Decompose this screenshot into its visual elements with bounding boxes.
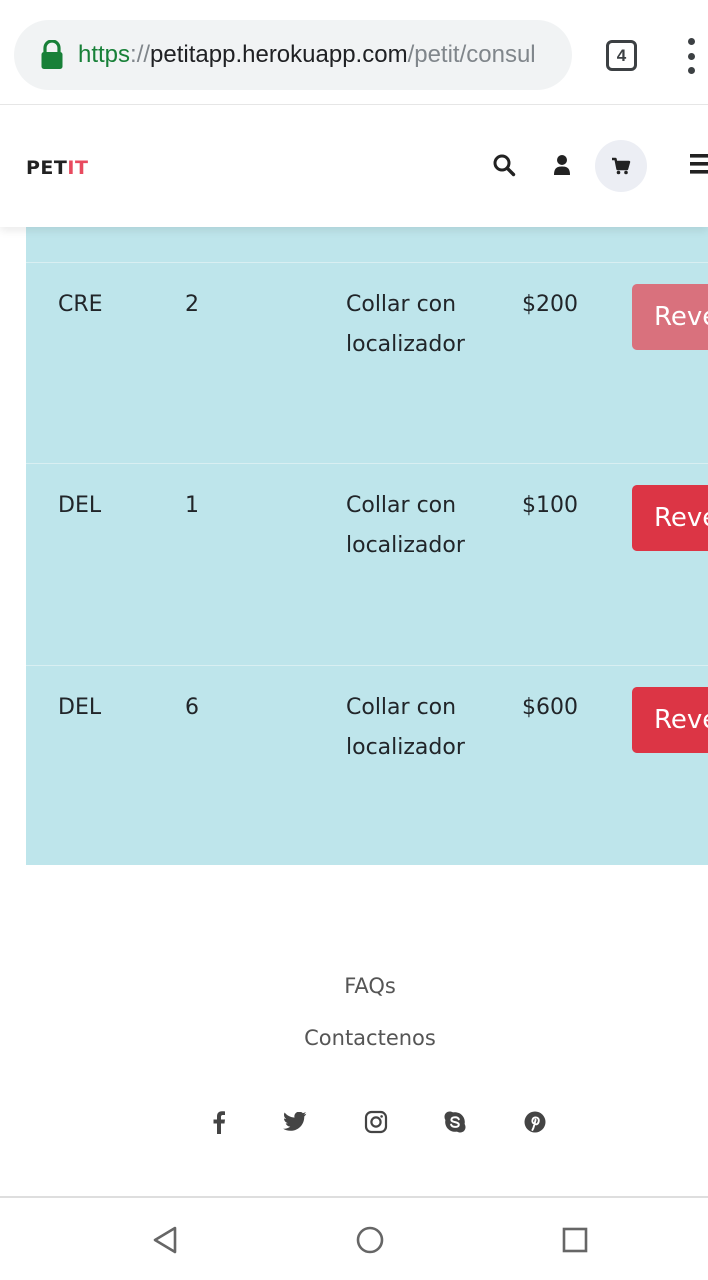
url-host: petitapp.herokuapp.com bbox=[150, 41, 408, 68]
cell-quantity: 2 bbox=[185, 292, 199, 317]
url-scheme: https bbox=[78, 41, 131, 68]
skype-icon[interactable] bbox=[439, 1106, 471, 1138]
contact-link[interactable]: Contactenos bbox=[0, 1012, 708, 1064]
twitter-icon[interactable] bbox=[279, 1106, 311, 1138]
table-row: DEL 6 Collar con localizador $600 Revert… bbox=[26, 665, 708, 865]
instagram-icon[interactable] bbox=[360, 1106, 392, 1138]
logo-text-pet: PET bbox=[26, 157, 68, 179]
logo-text-it: IT bbox=[67, 157, 89, 179]
site-header: PETIT bbox=[0, 104, 708, 227]
cell-product: Collar con localizador bbox=[346, 695, 465, 760]
tab-count: 4 bbox=[616, 45, 627, 65]
address-bar[interactable]: https://petitapp.herokuapp.com/petit/con… bbox=[14, 20, 572, 90]
table-row: CRE 2 Collar con localizador $200 Revert… bbox=[26, 262, 708, 463]
url-path: /petit/consul bbox=[407, 41, 536, 68]
table-row: DEL 1 Collar con localizador $100 Revert… bbox=[26, 463, 708, 665]
revert-button[interactable]: Revertir bbox=[632, 687, 708, 753]
cell-code: DEL bbox=[58, 493, 102, 518]
url-text: https://petitapp.herokuapp.com/petit/con… bbox=[78, 41, 552, 69]
cell-price: $100 bbox=[522, 493, 578, 518]
tab-switcher-icon[interactable]: 4 bbox=[606, 40, 637, 71]
cell-quantity: 6 bbox=[185, 695, 199, 720]
revert-button[interactable]: Revertir bbox=[632, 485, 708, 551]
cell-price: $200 bbox=[522, 292, 578, 317]
lock-icon bbox=[40, 40, 64, 70]
cell-code: DEL bbox=[58, 695, 102, 720]
revert-button[interactable]: Revertir bbox=[632, 284, 708, 350]
pinterest-icon[interactable] bbox=[519, 1106, 551, 1138]
menu-icon[interactable] bbox=[688, 151, 708, 177]
url-separator: :// bbox=[130, 41, 151, 68]
site-logo[interactable]: PETIT bbox=[26, 157, 88, 179]
recents-icon[interactable] bbox=[557, 1222, 593, 1258]
back-icon[interactable] bbox=[147, 1222, 183, 1258]
cell-quantity: 1 bbox=[185, 493, 199, 518]
user-icon[interactable] bbox=[550, 151, 574, 179]
search-icon[interactable] bbox=[490, 151, 518, 179]
cell-code: CRE bbox=[58, 292, 103, 317]
system-nav-bar bbox=[0, 1196, 708, 1280]
cart-icon[interactable] bbox=[595, 140, 647, 192]
cell-price: $600 bbox=[522, 695, 578, 720]
footer-links: FAQs Contactenos bbox=[0, 960, 708, 1064]
more-vert-icon[interactable] bbox=[684, 38, 698, 74]
cell-product: Collar con localizador bbox=[346, 292, 465, 357]
cell-product: Collar con localizador bbox=[346, 493, 465, 558]
faqs-link[interactable]: FAQs bbox=[0, 960, 708, 1012]
home-icon[interactable] bbox=[352, 1222, 388, 1258]
orders-table: CRE 2 Collar con localizador $200 Revert… bbox=[26, 227, 708, 865]
facebook-icon[interactable] bbox=[203, 1106, 235, 1138]
browser-chrome: https://petitapp.herokuapp.com/petit/con… bbox=[0, 0, 708, 104]
